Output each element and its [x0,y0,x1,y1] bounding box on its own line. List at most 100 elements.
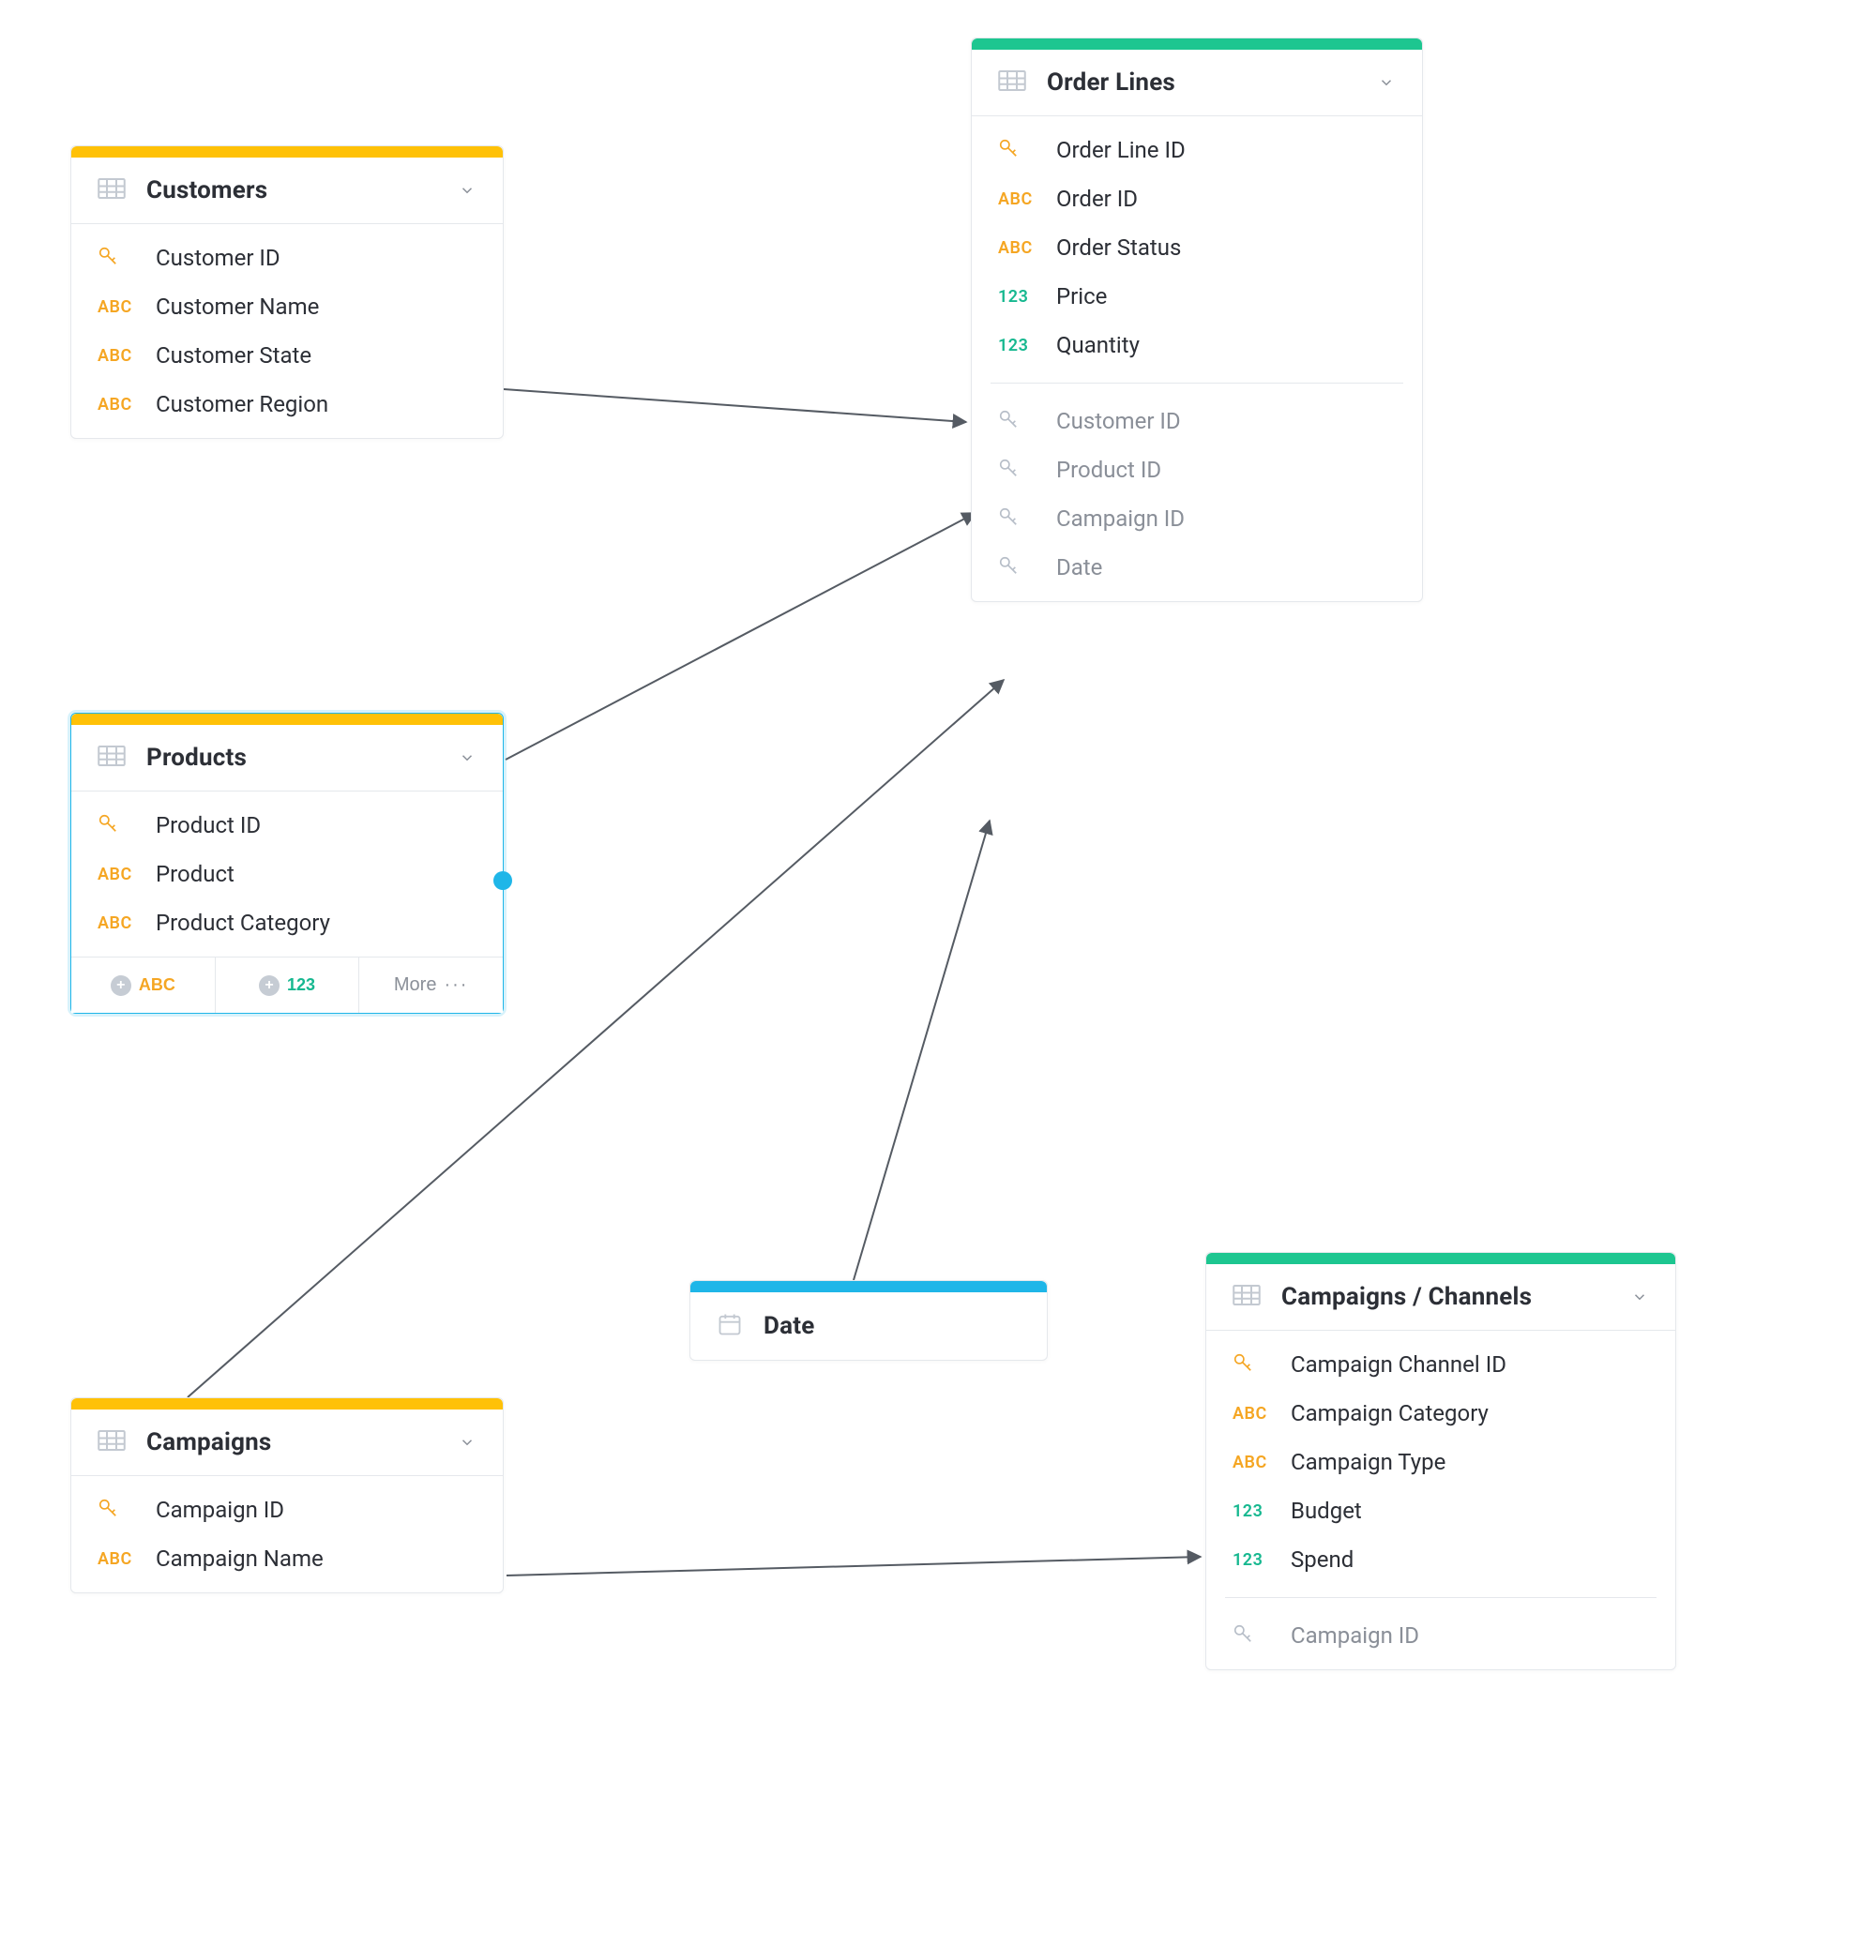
node-title: Order Lines [1047,68,1356,97]
node-campaigns[interactable]: Campaigns Campaign ID ABC Campaign Name [70,1397,504,1593]
field-row[interactable]: Campaign ID [71,1485,503,1534]
number-icon: 123 [1233,1550,1270,1570]
fields-section: Campaign Channel ID ABC Campaign Category… [1206,1331,1675,1669]
fields-section: Order Line ID ABCOrder ID ABC Order Statu… [972,116,1422,601]
collapse-button[interactable] [1377,73,1396,92]
field-label: Order Line ID [1056,137,1186,163]
field-label: Campaign ID [1056,505,1185,532]
table-icon [98,745,126,771]
field-label: Campaign Name [156,1545,324,1572]
edge-campaigns-channels [507,1557,1201,1576]
node-header[interactable]: Campaigns / Channels [1206,1264,1675,1331]
field-label: Campaign Category [1291,1400,1489,1426]
abc-icon: ABC [98,865,135,884]
abc-icon: ABC [98,1549,135,1569]
node-header[interactable]: Order Lines [972,50,1422,116]
field-label: Order ID [1056,186,1138,212]
add-number-field-button[interactable]: +123 [216,957,360,1013]
number-icon: 123 [998,336,1036,355]
field-row[interactable]: ABCCustomer Region [71,380,503,429]
node-header[interactable]: Products [71,725,503,792]
collapse-button[interactable] [458,181,477,200]
node-campaigns-channels[interactable]: Campaigns / Channels Campaign Channel ID… [1205,1252,1676,1670]
field-label: Customer ID [1056,408,1181,434]
field-row[interactable]: Campaign Channel ID [1206,1340,1675,1389]
field-label: Order Status [1056,234,1181,261]
field-row[interactable]: 123 Spend [1206,1535,1675,1584]
key-icon [998,138,1036,163]
abc-icon: ABC [998,238,1036,258]
node-title: Campaigns / Channels [1281,1283,1610,1311]
field-label: Campaign ID [1291,1622,1419,1649]
number-icon: 123 [998,287,1036,307]
field-row[interactable]: Campaign ID [972,494,1422,543]
table-icon [98,1429,126,1455]
node-header[interactable]: Campaigns [71,1410,503,1476]
edge-date-orderlines [854,821,990,1280]
field-row[interactable]: Product ID [972,445,1422,494]
node-products[interactable]: Products Product ID ABCProduct ABCProduc… [70,713,504,1014]
fields-section: Product ID ABC Product ABCProduct Categor… [71,792,503,957]
key-icon [98,813,135,838]
field-row[interactable]: Customer ID [71,234,503,282]
field-row[interactable]: 123Price [972,272,1422,321]
abc-icon: ABC [1233,1404,1270,1424]
field-row[interactable]: Product ID [71,801,503,850]
field-label: Budget [1291,1498,1362,1524]
abc-icon: ABC [98,346,135,366]
abc-icon: ABC [98,297,135,317]
field-label: Customer Name [156,294,319,320]
node-header[interactable]: Customers [71,158,503,224]
field-row[interactable]: Date [972,543,1422,592]
node-date[interactable]: Date [689,1280,1048,1361]
foreign-key-icon [998,555,1036,580]
connection-handle[interactable] [493,871,512,890]
field-row[interactable]: 123Quantity [972,321,1422,369]
field-row[interactable]: 123Budget [1206,1486,1675,1535]
add-text-field-button[interactable]: +ABC [71,957,216,1013]
table-icon [98,177,126,204]
field-row[interactable]: ABC Product [71,850,503,898]
field-row[interactable]: ABC Customer State [71,331,503,380]
field-row[interactable]: ABC Campaign Category [1206,1389,1675,1438]
field-row[interactable]: Customer ID [972,397,1422,445]
accent-bar [972,38,1422,50]
ellipsis-icon: ··· [444,974,468,996]
node-header[interactable]: Date [690,1292,1047,1360]
field-row[interactable]: ABC Customer Name [71,282,503,331]
schema-canvas[interactable]: Order Lines Order Line ID ABCOrder ID AB… [0,0,1876,1960]
field-row[interactable]: ABCOrder ID [972,174,1422,223]
node-title: Customers [146,176,437,204]
abc-icon: ABC [1233,1453,1270,1472]
more-button[interactable]: More ··· [359,957,503,1013]
field-row[interactable]: ABC Campaign Type [1206,1438,1675,1486]
field-label: Customer ID [156,245,280,271]
collapse-button[interactable] [458,748,477,767]
field-label: Campaign Type [1291,1449,1445,1475]
field-row[interactable]: Order Line ID [972,126,1422,174]
field-row[interactable]: ABC Campaign Name [71,1534,503,1583]
node-customers[interactable]: Customers Customer ID ABC Customer Name A… [70,145,504,439]
field-label: Spend [1291,1546,1354,1573]
field-row[interactable]: ABC Order Status [972,223,1422,272]
collapse-button[interactable] [458,1433,477,1452]
edge-products-orderlines [506,513,976,760]
field-label: Customer Region [156,391,328,417]
field-row[interactable]: ABCProduct Category [71,898,503,947]
field-label: Product [156,861,234,887]
edge-customers-orderlines [504,389,966,422]
foreign-key-icon [1233,1623,1270,1649]
table-icon [998,69,1026,96]
node-title: Campaigns [146,1428,437,1456]
abc-icon: ABC [139,975,175,995]
foreign-key-icon [998,409,1036,434]
key-icon [1233,1352,1270,1378]
field-row[interactable]: Campaign ID [1206,1611,1675,1660]
node-order-lines[interactable]: Order Lines Order Line ID ABCOrder ID AB… [971,38,1423,602]
collapse-button[interactable] [1630,1288,1649,1306]
field-label: Customer State [156,342,311,369]
field-label: Product ID [1056,457,1161,483]
plus-icon: + [259,975,280,996]
number-icon: 123 [287,975,315,995]
accent-bar [71,146,503,158]
